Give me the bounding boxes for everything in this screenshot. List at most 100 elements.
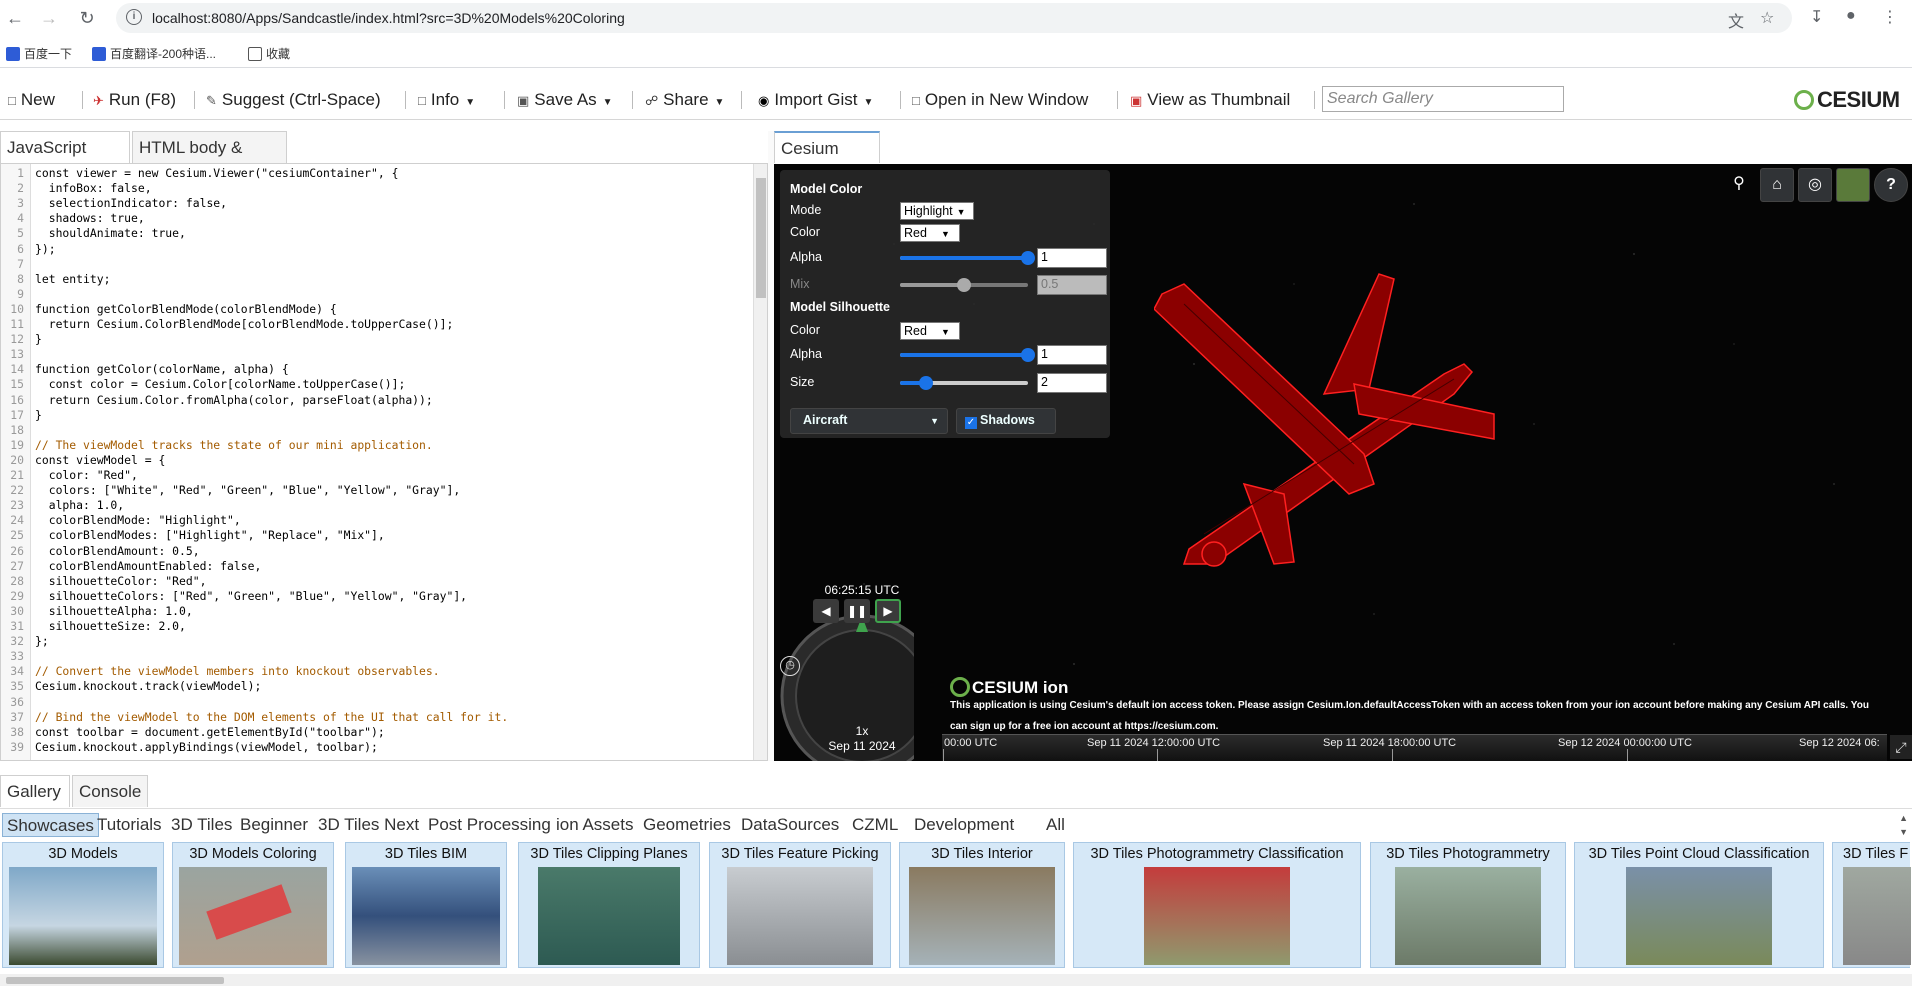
code-line[interactable]: 12} <box>1 332 741 347</box>
code-line[interactable]: 18 <box>1 423 741 438</box>
code-line[interactable]: 28 silhouetteColor: "Red", <box>1 574 741 589</box>
silhouette-color-select[interactable]: Red ▼ <box>900 322 960 340</box>
bookmark-folder[interactable]: 收藏 <box>248 44 290 64</box>
bookmark-baidu-translate[interactable]: 百度翻译-200种语... <box>92 44 216 64</box>
code-line[interactable]: 39 Cesium.knockout.applyBindings(viewMode… <box>1 740 741 755</box>
silhouette-alpha-slider[interactable] <box>900 348 1035 362</box>
rewind-icon[interactable]: ◀ <box>813 599 839 623</box>
category-tutorials[interactable]: Tutorials <box>93 813 166 837</box>
mix-slider-knob[interactable] <box>957 278 971 292</box>
forward-icon[interactable]: → <box>38 7 60 29</box>
editor-scrollbar[interactable] <box>753 164 767 760</box>
gallery-card[interactable]: 3D Tiles Photogrammetry Classification <box>1073 842 1361 968</box>
aircraft-model[interactable] <box>1154 264 1514 574</box>
mode-select[interactable]: Highlight ▼ <box>900 202 974 220</box>
scroll-up-icon[interactable]: ▲ <box>1899 813 1908 823</box>
run-button[interactable]: ✈ Run (F8) <box>93 88 176 112</box>
cesium-viewer[interactable]: Model Color Mode Highlight ▼ Color Red ▼ A… <box>774 164 1912 761</box>
alpha-slider-knob[interactable] <box>1021 251 1035 265</box>
profile-icon[interactable]: ● <box>1846 7 1856 25</box>
clock-icon[interactable]: ◷ <box>780 656 800 676</box>
help-icon[interactable]: ? <box>1874 168 1908 202</box>
info-button[interactable]: □ Info ▼ <box>418 88 475 112</box>
tab-javascript[interactable]: JavaScript code <box>0 131 130 189</box>
gallery-card[interactable]: 3D Tiles F <box>1832 842 1911 968</box>
tab-gallery[interactable]: Gallery <box>0 775 70 807</box>
back-icon[interactable]: ← <box>4 7 26 29</box>
code-line[interactable]: 34 // Convert the viewModel members into … <box>1 664 741 679</box>
category-3d-tiles-next[interactable]: 3D Tiles Next <box>314 813 423 837</box>
timeline[interactable]: 00:00 UTC Sep 11 2024 12:00:00 UTC Sep 1… <box>942 734 1887 761</box>
category-beginner[interactable]: Beginner <box>236 813 312 837</box>
code-line[interactable]: 26 colorBlendAmount: 0.5, <box>1 544 741 559</box>
code-line[interactable]: 31 silhouetteSize: 2.0, <box>1 619 741 634</box>
globe-icon[interactable]: ◎ <box>1798 168 1832 202</box>
code-line[interactable]: 19 // The viewModel tracks the state of o… <box>1 438 741 453</box>
category-ion-assets[interactable]: ion Assets <box>552 813 638 837</box>
gallery-scrollbar-thumb[interactable] <box>6 977 224 984</box>
code-line[interactable]: 9 <box>1 287 741 302</box>
category-czml[interactable]: CZML <box>848 813 902 837</box>
code-line[interactable]: 14 function getColor(colorName, alpha) { <box>1 362 741 377</box>
reload-icon[interactable]: ↻ <box>76 7 98 29</box>
site-info-icon[interactable]: i <box>126 9 142 25</box>
code-line[interactable]: 7 <box>1 257 741 272</box>
code-line[interactable]: 11 return Cesium.ColorBlendMode[colorBle… <box>1 317 741 332</box>
search-icon[interactable]: ⚲ <box>1722 168 1756 202</box>
gallery-card[interactable]: 3D Tiles Point Cloud Classification <box>1574 842 1824 968</box>
code-line[interactable]: 25 colorBlendModes: ["Highlight", "Repla… <box>1 528 741 543</box>
alpha-slider[interactable] <box>900 251 1035 265</box>
gallery-card[interactable]: 3D Tiles Photogrammetry <box>1370 842 1566 968</box>
tab-html-css[interactable]: HTML body & CSS <box>132 131 287 189</box>
code-line[interactable]: 23 alpha: 1.0, <box>1 498 741 513</box>
category-post-processing[interactable]: Post Processing <box>424 813 555 837</box>
new-button[interactable]: □ New <box>8 88 55 112</box>
translate-icon[interactable]: 文 <box>1728 8 1744 32</box>
tab-cesium[interactable]: Cesium 1.92 <box>774 131 880 190</box>
gallery-card[interactable]: 3D Tiles Clipping Planes <box>518 842 700 968</box>
suggest-button[interactable]: ✎ Suggest (Ctrl-Space) <box>206 88 381 112</box>
code-line[interactable]: 17} <box>1 408 741 423</box>
code-line[interactable]: 5 shouldAnimate: true, <box>1 226 741 241</box>
bookmark-baidu[interactable]: 百度一下 <box>6 44 72 64</box>
code-line[interactable]: 38 const toolbar = document.getElementByI… <box>1 725 741 740</box>
code-line[interactable]: 35 Cesium.knockout.track(viewModel); <box>1 679 741 694</box>
code-line[interactable]: 33 <box>1 649 741 664</box>
code-line[interactable]: 1 const viewer = new Cesium.Viewer("cesiu… <box>1 166 741 181</box>
size-slider[interactable] <box>900 376 1028 390</box>
color-select[interactable]: Red ▼ <box>900 224 960 242</box>
code-line[interactable]: 22 colors: ["White", "Red", "Green", "Bl… <box>1 483 741 498</box>
gallery-card[interactable]: 3D Models <box>2 842 164 968</box>
bookmark-star-icon[interactable]: ☆ <box>1760 8 1774 28</box>
silhouette-alpha-input[interactable]: 1 <box>1037 345 1107 365</box>
home-icon[interactable]: ⌂ <box>1760 168 1794 202</box>
gallery-card[interactable]: 3D Tiles BIM <box>345 842 507 968</box>
code-line[interactable]: 2 infoBox: false, <box>1 181 741 196</box>
import-gist-button[interactable]: ◉ Import Gist ▼ <box>758 88 873 112</box>
address-bar[interactable]: i localhost:8080/Apps/Sandcastle/index.h… <box>116 3 1792 33</box>
gallery-card[interactable]: 3D Tiles Feature Picking <box>709 842 891 968</box>
url-text[interactable]: localhost:8080/Apps/Sandcastle/index.htm… <box>152 10 625 26</box>
shadows-checkbox[interactable]: ✓ Shadows <box>956 408 1056 434</box>
gallery-scrollbar[interactable] <box>0 974 1912 986</box>
play-icon[interactable]: ▶ <box>875 599 901 623</box>
share-button[interactable]: ☍ Share ▼ <box>645 88 724 112</box>
code-line[interactable]: 15 const color = Cesium.Color[colorName.… <box>1 377 741 392</box>
category-3d-tiles[interactable]: 3D Tiles <box>167 813 236 837</box>
mix-slider[interactable] <box>900 278 1028 292</box>
gallery-card[interactable]: 3D Tiles Interior <box>899 842 1065 968</box>
code-line[interactable]: 6}); <box>1 242 741 257</box>
save-as-button[interactable]: ▣ Save As ▼ <box>517 88 613 112</box>
menu-icon[interactable]: ⋮ <box>1882 7 1898 27</box>
code-line[interactable]: 4 shadows: true, <box>1 211 741 226</box>
code-line[interactable]: 13 <box>1 347 741 362</box>
code-line[interactable]: 37 // Bind the viewModel to the DOM eleme… <box>1 710 741 725</box>
pause-icon[interactable]: ❚❚ <box>844 599 870 623</box>
category-geometries[interactable]: Geometries <box>639 813 735 837</box>
code-line[interactable]: 16 return Cesium.Color.fromAlpha(color, … <box>1 393 741 408</box>
open-new-window-button[interactable]: □ Open in New Window <box>912 88 1088 112</box>
fullscreen-icon[interactable]: ⤢ <box>1890 735 1912 759</box>
category-showcases[interactable]: Showcases <box>2 813 99 837</box>
code-line[interactable]: 24 colorBlendMode: "Highlight", <box>1 513 741 528</box>
code-line[interactable]: 3 selectionIndicator: false, <box>1 196 741 211</box>
